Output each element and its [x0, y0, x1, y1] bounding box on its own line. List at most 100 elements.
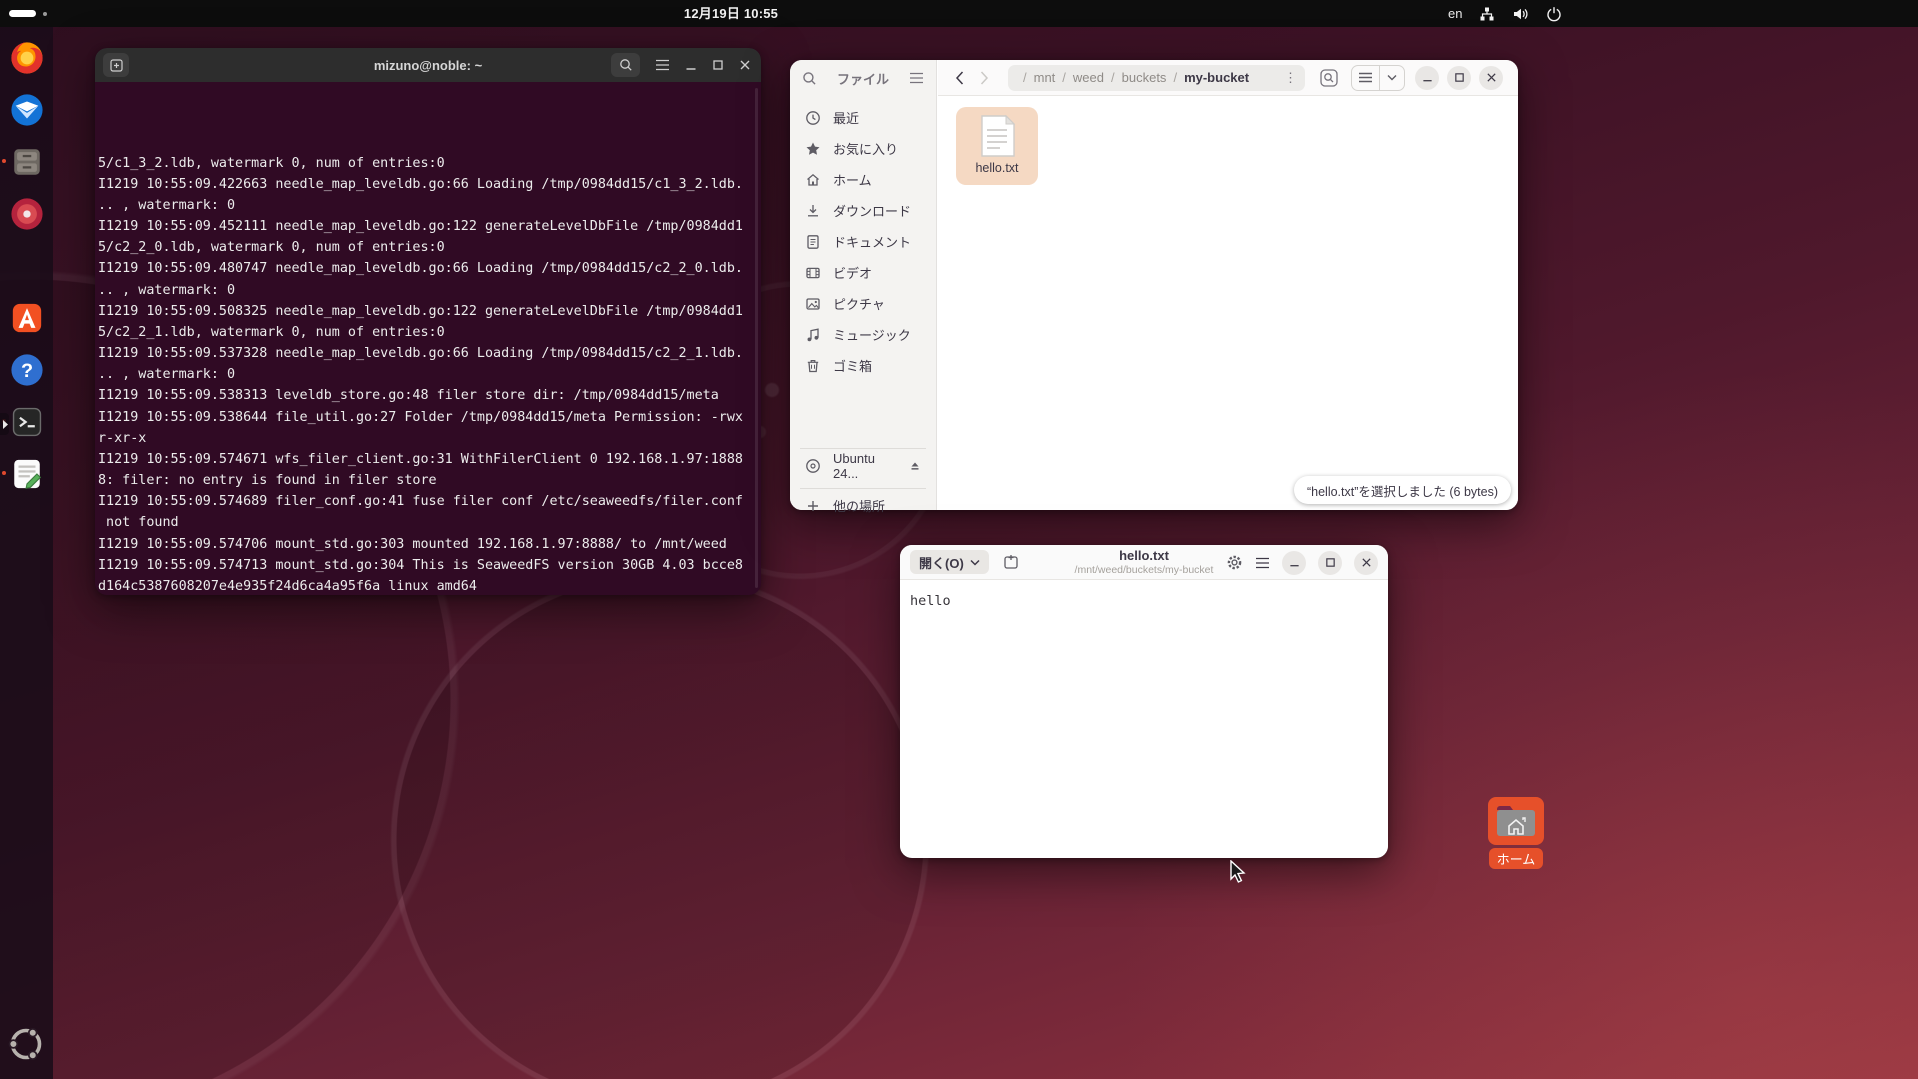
dock-item[interactable] [8, 195, 45, 232]
terminal-line: I1219 10:55:09.480747 needle_map_leveldb… [98, 258, 758, 279]
minimize-button[interactable] [1415, 66, 1439, 90]
kebab-menu-icon[interactable]: ⋮ [1284, 70, 1297, 86]
language-indicator[interactable]: en [1448, 6, 1462, 21]
editor-text-area[interactable]: hello [900, 581, 1388, 857]
sidebar-item[interactable]: ダウンロード [790, 195, 936, 226]
sidebar-item[interactable]: ドキュメント [790, 226, 936, 257]
workspace-dot-indicator[interactable] [43, 12, 47, 16]
sidebar-item-volume[interactable]: Ubuntu 24... [790, 450, 936, 481]
desktop-home-shortcut[interactable]: ホーム [1487, 797, 1545, 869]
dock-app-icon [10, 249, 44, 283]
terminal-scrollbar[interactable] [755, 88, 758, 588]
dock-item[interactable] [8, 299, 45, 336]
path-segment-label[interactable]: my-bucket [1184, 70, 1249, 85]
sidebar-item[interactable]: ピクチャ [790, 288, 936, 319]
sidebar-item[interactable]: ゴミ箱 [790, 350, 936, 381]
search-icon [619, 58, 633, 72]
minimize-button[interactable] [1282, 551, 1306, 575]
eject-icon[interactable] [908, 459, 922, 473]
maximize-button[interactable] [1447, 66, 1471, 90]
editor-headerbar[interactable]: 開く(O) hello.txt /mnt/weed/buckets/my-buc… [900, 545, 1388, 580]
menu-icon[interactable] [909, 72, 924, 84]
maximize-icon[interactable] [712, 59, 724, 71]
show-apps-button[interactable] [8, 1026, 45, 1063]
sidebar-item[interactable]: お気に入り [790, 133, 936, 164]
sidebar-item[interactable]: 最近 [790, 102, 936, 133]
gear-icon[interactable] [1226, 554, 1243, 571]
dock-app-icon [10, 509, 44, 543]
terminal-line: I1219 10:55:09.452111 needle_map_leveldb… [98, 216, 758, 237]
status-area[interactable]: en [1448, 0, 1562, 27]
sidebar-item-icon [805, 141, 821, 157]
minimize-icon[interactable] [685, 59, 697, 71]
sidebar-item-label: 他の場所 [833, 496, 885, 515]
close-button[interactable] [1479, 66, 1503, 90]
sidebar-item[interactable]: ホーム [790, 164, 936, 195]
file-name-label: hello.txt [975, 161, 1018, 175]
forward-icon[interactable] [979, 70, 990, 86]
sidebar-item-other-locations[interactable]: 他の場所 [790, 490, 936, 521]
path-segment[interactable]: / mnt [1016, 70, 1055, 85]
back-icon[interactable] [954, 70, 965, 86]
mouse-cursor [1228, 860, 1248, 884]
terminal-line: not found [98, 512, 758, 533]
chevron-down-icon [970, 559, 980, 566]
dock-item[interactable] [8, 351, 45, 388]
sidebar-item-label: ビデオ [833, 263, 872, 282]
list-view-icon[interactable] [1352, 66, 1379, 90]
terminal-line: I1219 10:55:09.422663 needle_map_leveldb… [98, 174, 758, 195]
maximize-button[interactable] [1318, 551, 1342, 575]
new-tab-icon[interactable] [1003, 554, 1019, 570]
minimize-icon [1422, 72, 1433, 83]
terminal-headerbar[interactable]: mizuno@noble: ~ [95, 48, 761, 82]
home-shortcut-tile[interactable] [1488, 797, 1544, 845]
maximize-icon [1454, 72, 1465, 83]
menu-icon[interactable] [1255, 557, 1270, 569]
terminal-line: I1219 10:55:09.538313 leveldb_store.go:4… [98, 385, 758, 406]
path-segment-label[interactable]: weed [1073, 70, 1104, 85]
dock-item[interactable] [8, 403, 45, 440]
sidebar-item[interactable]: ビデオ [790, 257, 936, 288]
dock-item[interactable] [8, 455, 45, 492]
clock[interactable]: 12月19日 10:55 [631, 0, 831, 27]
files-content-area[interactable]: hello.txt “hello.txt”を選択しました (6 bytes) [938, 97, 1518, 510]
terminal-line: I1219 10:55:09.508325 needle_map_leveldb… [98, 301, 758, 322]
ubuntu-desktop: { "topbar": { "clock": "12月19日 10:55", "… [0, 0, 1918, 1079]
dock-item[interactable] [8, 39, 45, 76]
close-button[interactable] [1354, 551, 1378, 575]
dock-app-icon [10, 353, 44, 387]
dock-app-icon [10, 405, 44, 439]
path-segment[interactable]: / my-bucket [1166, 70, 1249, 85]
location-search-icon[interactable] [1319, 68, 1339, 88]
search-icon[interactable] [802, 71, 817, 86]
terminal-output[interactable]: 5/c1_3_2.ldb, watermark 0, num of entrie… [98, 89, 758, 595]
view-toggle-button[interactable] [1351, 65, 1405, 91]
open-button[interactable]: 開く(O) [910, 550, 989, 574]
path-segment-label[interactable]: mnt [1034, 70, 1056, 85]
dock-item[interactable] [8, 91, 45, 128]
path-segment[interactable]: / weed [1055, 70, 1104, 85]
plus-icon [805, 498, 821, 514]
top-bar: 12月19日 10:55 en [0, 0, 1918, 27]
path-segment[interactable]: / buckets [1104, 70, 1166, 85]
dock [0, 27, 53, 1079]
sidebar-item-icon [805, 358, 821, 374]
dock-item[interactable] [8, 507, 45, 544]
path-segment-label[interactable]: buckets [1122, 70, 1167, 85]
chevron-down-icon[interactable] [1379, 66, 1404, 90]
terminal-line: 5/c2_2_0.ldb, watermark 0, num of entrie… [98, 237, 758, 258]
path-bar[interactable]: / mnt / weed / buckets / [1008, 65, 1305, 91]
dock-app-icon [10, 301, 44, 335]
close-icon[interactable] [739, 59, 751, 71]
files-sidebar: ファイル 最近 お気に入り ホーム [790, 60, 937, 510]
home-shortcut-label: ホーム [1489, 848, 1544, 869]
dock-item[interactable] [8, 143, 45, 180]
dock-item[interactable] [8, 247, 45, 284]
sidebar-item[interactable]: ミュージック [790, 319, 936, 350]
workspace-pill-indicator[interactable] [9, 10, 36, 17]
menu-icon[interactable] [655, 59, 670, 71]
sidebar-item-label: ホーム [833, 170, 872, 189]
file-item-hello-txt[interactable]: hello.txt [956, 107, 1038, 185]
search-button[interactable] [611, 53, 640, 77]
dock-item[interactable] [8, 559, 45, 596]
